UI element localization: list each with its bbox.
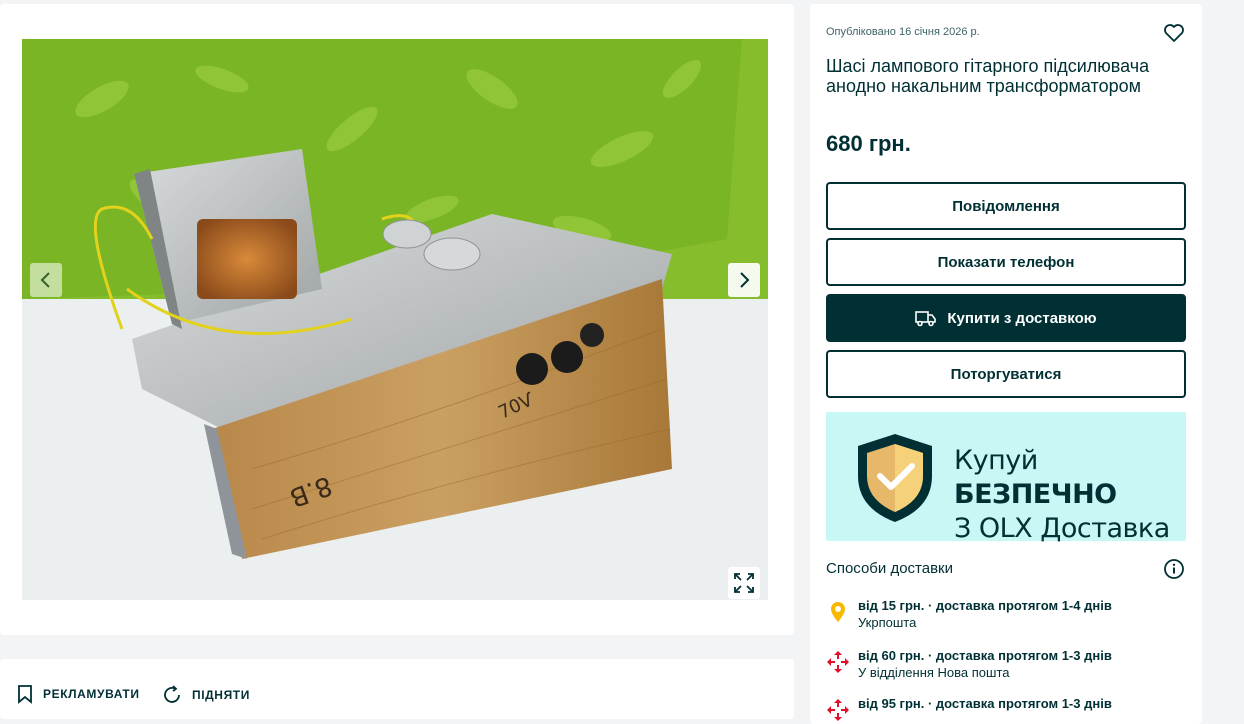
delivery-info-button[interactable] xyxy=(1163,558,1185,580)
bookmark-icon xyxy=(18,685,32,704)
delivery-option-name: Укрпошта xyxy=(858,615,917,630)
next-photo-button[interactable] xyxy=(728,263,760,297)
delivery-methods-title: Способи доставки xyxy=(826,560,953,577)
truck-icon xyxy=(915,311,937,327)
listing-photo[interactable]: 8.B 70Ѵ xyxy=(22,39,768,600)
raise-button[interactable]: ПІДНЯТИ xyxy=(161,684,250,706)
fullscreen-button[interactable] xyxy=(728,567,760,599)
heart-icon xyxy=(1164,24,1184,42)
delivery-option-price: від 95 грн. · доставка протягом 1-3 днів xyxy=(858,696,1112,711)
delivery-option-price: від 15 грн. · доставка протягом 1-4 днів xyxy=(858,598,1112,613)
show-phone-label: Показати телефон xyxy=(937,253,1075,271)
buy-with-delivery-label: Купити з доставкою xyxy=(947,309,1097,327)
novaposhta-icon xyxy=(827,651,849,673)
chevron-left-icon xyxy=(40,272,50,288)
show-phone-button[interactable]: Показати телефон xyxy=(826,238,1186,286)
banner-line1-bold: БЕЗПЕЧНО xyxy=(954,479,1117,510)
message-button-label: Повідомлення xyxy=(952,197,1060,215)
negotiate-button[interactable]: Поторгуватися xyxy=(826,350,1186,398)
ukrposhta-icon xyxy=(831,602,845,622)
previous-photo-button[interactable] xyxy=(30,263,62,297)
shield-check-icon xyxy=(858,434,932,522)
ad-info-card: Опубліковано 16 січня 2026 р. Шасі лампо… xyxy=(810,4,1202,724)
promote-button[interactable]: РЕКЛАМУВАТИ xyxy=(16,684,140,704)
published-date: Опубліковано 16 січня 2026 р. xyxy=(826,26,980,38)
delivery-option-name: У відділення Нова пошта xyxy=(858,665,1010,680)
refresh-icon xyxy=(164,685,180,703)
buy-with-delivery-button[interactable]: Купити з доставкою xyxy=(826,294,1186,342)
info-icon xyxy=(1164,559,1184,579)
banner-line1-normal: Купуй xyxy=(954,445,1038,476)
gallery-card: 8.B 70Ѵ xyxy=(0,4,794,635)
banner-text: Купуй БЕЗПЕЧНО З OLX Доставка xyxy=(954,444,1186,546)
promote-label: РЕКЛАМУВАТИ xyxy=(43,687,140,701)
negotiate-label: Поторгуватися xyxy=(950,365,1062,383)
favorite-button[interactable] xyxy=(1162,21,1186,45)
raise-label: ПІДНЯТИ xyxy=(192,688,250,702)
delivery-option-price: від 60 грн. · доставка протягом 1-3 днів xyxy=(858,648,1112,663)
ad-price: 680 грн. xyxy=(826,131,911,156)
ad-actions-bar: РЕКЛАМУВАТИ ПІДНЯТИ xyxy=(0,659,794,719)
expand-icon xyxy=(734,573,754,593)
ad-title: Шасі лампового гітарного підсилювача ано… xyxy=(826,56,1150,96)
message-button[interactable]: Повідомлення xyxy=(826,182,1186,230)
olx-delivery-banner[interactable]: Купуй БЕЗПЕЧНО З OLX Доставка xyxy=(826,412,1186,544)
novaposhta-icon xyxy=(827,699,849,721)
photo-image: 8.B 70Ѵ xyxy=(22,39,768,600)
banner-line2: З OLX Доставка xyxy=(954,513,1170,544)
chevron-right-icon xyxy=(740,272,750,288)
